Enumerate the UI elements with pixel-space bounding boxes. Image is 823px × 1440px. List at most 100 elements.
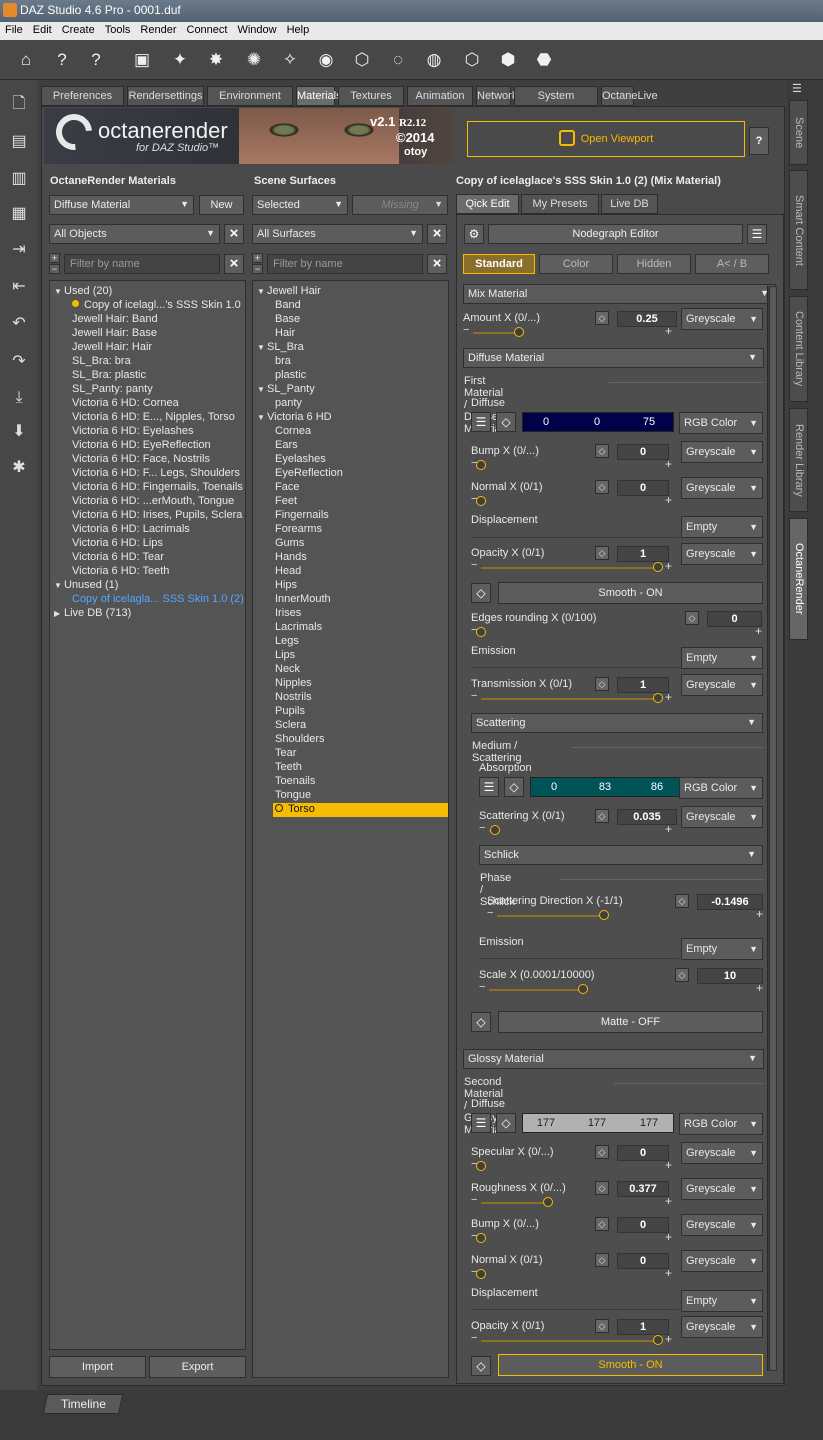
list-item[interactable]: Victoria 6 HD: Irises, Pupils, Sclera [50, 509, 242, 523]
side-panel-menu-icon[interactable]: ☰ [792, 82, 806, 96]
subtab-live-db[interactable]: Live DB [601, 194, 658, 214]
keyframe-diamond-icon[interactable]: ◇ [595, 1181, 609, 1195]
roughness-value[interactable]: 0.377 [617, 1181, 669, 1197]
subtab-qick-edit[interactable]: Qick Edit [456, 194, 519, 214]
texture-list-icon[interactable]: ☰ [471, 1113, 491, 1133]
slider-minus-icon[interactable]: − [479, 822, 485, 834]
normal2-value[interactable]: 0 [617, 1253, 669, 1269]
slider-minus-icon[interactable]: − [471, 690, 477, 702]
clear-objects-button[interactable]: × [224, 224, 244, 244]
list-item[interactable]: Nostrils [253, 691, 312, 705]
list-item[interactable]: Toenails [253, 775, 315, 789]
list-item[interactable]: Cornea [253, 425, 311, 439]
expand-all-button[interactable]: + [49, 253, 60, 263]
slider-minus-icon[interactable]: − [487, 907, 493, 919]
matte-toggle[interactable]: Matte - OFF [498, 1011, 763, 1033]
tab-environment[interactable]: Environment [207, 86, 293, 106]
materials-filter-input[interactable]: Filter by name [64, 254, 220, 274]
tab-preferences[interactable]: Preferences [41, 86, 124, 106]
list-item[interactable]: Gums [253, 537, 304, 551]
materials-list[interactable]: ▼ Used (20) Copy of icelagl...'s SSS Skin … [49, 280, 246, 1350]
keyframe-diamond-icon[interactable]: ◇ [595, 809, 609, 823]
cube-dashed-icon[interactable]: ⬢ [496, 48, 520, 72]
list-item[interactable]: SL_Bra: bra [50, 355, 131, 369]
scattering-direction-value[interactable]: -0.1496 [697, 894, 763, 910]
slider-knob[interactable] [653, 562, 663, 572]
specular-type-dropdown[interactable]: Greyscale ▼ [681, 1142, 763, 1164]
expand-arrow-icon[interactable]: ▶ [54, 609, 64, 618]
export-button[interactable]: Export [149, 1356, 246, 1378]
list-item[interactable]: Victoria 6 HD: Lacrimals [50, 523, 190, 537]
normal-type-dropdown[interactable]: Greyscale ▼ [681, 477, 763, 499]
list-icon[interactable]: ☰ [747, 224, 767, 244]
import-icon[interactable]: ⇥ [7, 238, 31, 262]
slider-plus-icon[interactable]: + [665, 457, 672, 471]
menu-item-help[interactable]: Help [282, 22, 315, 36]
properties-scrollbar[interactable] [767, 286, 777, 1371]
list-item[interactable]: plastic [253, 369, 306, 383]
slider-plus-icon[interactable]: + [665, 1158, 672, 1172]
tree-group[interactable]: ▼ Unused (1) [50, 579, 118, 593]
material-type-dropdown[interactable]: Diffuse Material ▼ [49, 195, 194, 215]
list-item[interactable]: Jewell Hair: Band [50, 313, 158, 327]
mix-material-dropdown[interactable]: Mix Material ▼ [463, 284, 776, 304]
list-item[interactable]: Pupils [253, 705, 305, 719]
specular-slider[interactable]: − + [471, 1158, 672, 1173]
scale-slider[interactable]: − + [479, 981, 763, 996]
menu-item-edit[interactable]: Edit [28, 22, 57, 36]
keyframe-diamond-icon[interactable]: ◇ [471, 1356, 491, 1376]
tab-system[interactable]: System [514, 86, 598, 106]
edges-rounding-slider[interactable]: − + [471, 624, 762, 639]
list-item[interactable]: EyeReflection [253, 467, 343, 481]
list-item[interactable]: Forearms [253, 523, 322, 537]
bake-icon[interactable]: ⬇ [7, 420, 31, 444]
new-file-icon[interactable]: 🗋 [7, 92, 31, 116]
list-item[interactable]: Hips [253, 579, 297, 593]
tab-octanelive[interactable]: OctaneLive [601, 86, 658, 106]
slider-plus-icon[interactable]: + [665, 1230, 672, 1244]
keyframe-diamond-icon[interactable]: ◇ [685, 611, 699, 625]
slider-plus-icon[interactable]: + [756, 981, 763, 995]
displacement-field[interactable] [471, 522, 679, 538]
absorption-type-dropdown[interactable]: RGB Color ▼ [679, 777, 763, 799]
tree-group[interactable]: ▼ Used (20) [50, 285, 112, 299]
figure-icon[interactable]: ✱ [7, 456, 31, 480]
slider-knob[interactable] [577, 984, 588, 994]
save-icon[interactable]: ▦ [7, 202, 31, 226]
diffuse2-color-field[interactable]: 177 177 177 [522, 1113, 674, 1133]
primitive-torus-icon[interactable]: ◌ [386, 48, 410, 72]
keyframe-diamond-icon[interactable]: ◇ [496, 1113, 516, 1133]
scattering-slider[interactable]: − + [479, 822, 672, 837]
slider-minus-icon[interactable]: − [479, 981, 485, 993]
list-item[interactable]: InnerMouth [253, 593, 331, 607]
displacement-type-dropdown[interactable]: Empty ▼ [681, 516, 763, 538]
menu-item-file[interactable]: File [0, 22, 28, 36]
objects-dropdown[interactable]: All Objects ▼ [49, 224, 220, 244]
surfaces-collapse-button[interactable]: − [252, 264, 263, 274]
normal-slider[interactable]: − + [471, 493, 672, 508]
expand-arrow-icon[interactable]: ▼ [257, 287, 267, 296]
list-item[interactable]: Victoria 6 HD: Eyelashes [50, 425, 193, 439]
slider-plus-icon[interactable]: + [665, 690, 672, 704]
clear-surfaces-filter-button[interactable]: × [427, 254, 447, 274]
selection-mode-dropdown[interactable]: Selected ▼ [252, 195, 348, 215]
amount-type-dropdown[interactable]: Greyscale ▼ [681, 308, 763, 330]
list-item[interactable]: Victoria 6 HD: Fingernails, Toenails [50, 481, 243, 495]
mode-ab-button[interactable]: A< / B [695, 254, 769, 274]
menu-item-tools[interactable]: Tools [100, 22, 136, 36]
expand-arrow-icon[interactable]: ▼ [257, 413, 267, 422]
surfaces-dropdown[interactable]: All Surfaces ▼ [252, 224, 423, 244]
list-item[interactable]: Fingernails [253, 509, 329, 523]
list-item[interactable]: Base [253, 313, 300, 327]
roughness-slider[interactable]: − + [471, 1194, 672, 1209]
diffuse2-type-dropdown[interactable]: RGB Color ▼ [679, 1113, 763, 1135]
amount-slider[interactable]: − + [463, 324, 672, 339]
whats-this-icon[interactable]: ? [50, 48, 74, 72]
list-item[interactable]: Victoria 6 HD: F... Legs, Shoulders [50, 467, 240, 481]
bump-value[interactable]: 0 [617, 444, 669, 460]
list-item[interactable]: Hair [253, 327, 295, 341]
medium-emission-type-dropdown[interactable]: Empty ▼ [681, 938, 763, 960]
phase-function-dropdown[interactable]: Schlick ▼ [479, 845, 763, 865]
slider-plus-icon[interactable]: + [665, 1266, 672, 1280]
cube-solid-icon[interactable]: ⬣ [532, 48, 556, 72]
